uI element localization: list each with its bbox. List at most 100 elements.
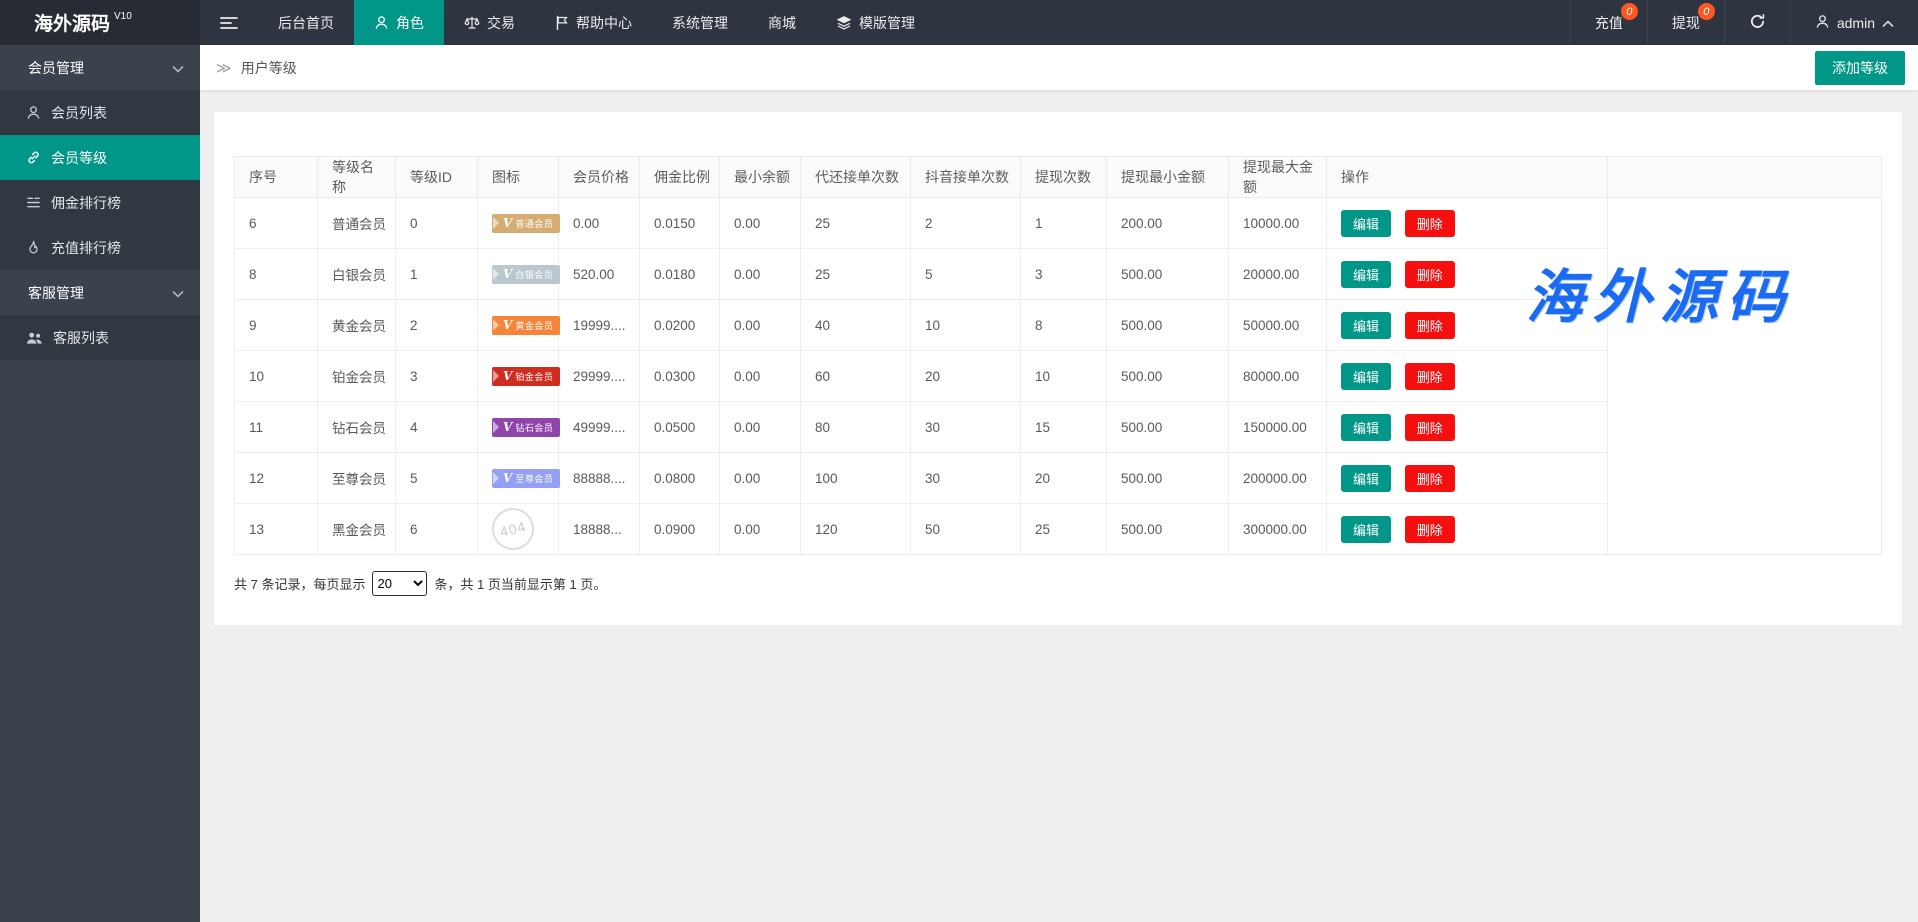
ribbon-arrow-icon bbox=[493, 472, 499, 484]
cell-id: 11 bbox=[235, 402, 318, 453]
cell-price: 19999.... bbox=[559, 300, 640, 351]
layers-icon bbox=[836, 15, 852, 31]
refresh-button[interactable] bbox=[1724, 0, 1790, 45]
column-header: 提现最小金额 bbox=[1107, 157, 1229, 198]
cell-actions: 编辑 删除 bbox=[1327, 198, 1608, 249]
flame-icon bbox=[26, 240, 41, 255]
nav-item-system[interactable]: 系统管理 bbox=[652, 0, 748, 45]
edit-button[interactable]: 编辑 bbox=[1341, 261, 1391, 288]
table-row: 13 黑金会员 6 404 18888... 0.0900 0.00 120 5… bbox=[235, 504, 1882, 555]
cell-level-id: 1 bbox=[396, 249, 478, 300]
cell-icon: V 普通会员 bbox=[478, 198, 559, 249]
nav-item-templates[interactable]: 模版管理 bbox=[816, 0, 935, 45]
edit-button[interactable]: 编辑 bbox=[1341, 363, 1391, 390]
sidebar: 会员管理 会员列表 会员等级 佣金排行榜 bbox=[0, 45, 200, 922]
cell-id: 13 bbox=[235, 504, 318, 555]
cell-filler bbox=[1608, 351, 1882, 402]
cell-level-name: 白银会员 bbox=[318, 249, 396, 300]
menu-collapse-button[interactable] bbox=[200, 0, 258, 45]
cell-proxy-orders: 100 bbox=[801, 453, 911, 504]
cell-douyin-orders: 10 bbox=[911, 300, 1021, 351]
user-menu[interactable]: admin bbox=[1790, 0, 1918, 45]
cell-level-id: 3 bbox=[396, 351, 478, 402]
delete-button[interactable]: 删除 bbox=[1405, 210, 1455, 237]
cell-icon: V 钻石会员 bbox=[478, 402, 559, 453]
topbar-right: 充值 0 提现 0 admin bbox=[1570, 0, 1918, 45]
refresh-icon bbox=[1749, 13, 1766, 33]
cell-price: 49999.... bbox=[559, 402, 640, 453]
sidebar-item-commission-ranking[interactable]: 佣金排行榜 bbox=[0, 180, 200, 225]
pagination-text-before: 共 7 条记录，每页显示 bbox=[234, 574, 365, 593]
delete-button[interactable]: 删除 bbox=[1405, 312, 1455, 339]
cell-proxy-orders: 25 bbox=[801, 249, 911, 300]
cell-icon: V 白银会员 bbox=[478, 249, 559, 300]
cell-level-id: 5 bbox=[396, 453, 478, 504]
nav-item-help-center[interactable]: 帮助中心 bbox=[535, 0, 652, 45]
cell-withdraw-times: 8 bbox=[1021, 300, 1107, 351]
cell-douyin-orders: 2 bbox=[911, 198, 1021, 249]
cell-proxy-orders: 120 bbox=[801, 504, 911, 555]
sidebar-item-service-list[interactable]: 客服列表 bbox=[0, 315, 200, 360]
edit-button[interactable]: 编辑 bbox=[1341, 312, 1391, 339]
sidebar-item-recharge-ranking[interactable]: 充值排行榜 bbox=[0, 225, 200, 270]
cell-withdraw-times: 3 bbox=[1021, 249, 1107, 300]
column-header: 会员价格 bbox=[559, 157, 640, 198]
edit-button[interactable]: 编辑 bbox=[1341, 516, 1391, 543]
cell-id: 8 bbox=[235, 249, 318, 300]
delete-button[interactable]: 删除 bbox=[1405, 414, 1455, 441]
cell-withdraw-times: 10 bbox=[1021, 351, 1107, 402]
cell-withdraw-max: 150000.00 bbox=[1229, 402, 1327, 453]
cell-icon: 404 bbox=[478, 504, 559, 555]
cell-withdraw-max: 10000.00 bbox=[1229, 198, 1327, 249]
cell-withdraw-times: 25 bbox=[1021, 504, 1107, 555]
add-level-button[interactable]: 添加等级 bbox=[1815, 51, 1905, 85]
column-header: 佣金比例 bbox=[640, 157, 720, 198]
admin-app: 海外源码 V10 后台首页 角色 交易 bbox=[0, 0, 1918, 922]
level-badge: V 黄金会员 bbox=[492, 316, 560, 335]
cell-level-name: 至尊会员 bbox=[318, 453, 396, 504]
nav-item-roles[interactable]: 角色 bbox=[354, 0, 444, 45]
page-size-select[interactable]: 20 bbox=[372, 571, 427, 596]
delete-button[interactable]: 删除 bbox=[1405, 363, 1455, 390]
cell-withdraw-times: 20 bbox=[1021, 453, 1107, 504]
panel: 序号 等级名称 等级ID 图标 会员价格 佣金比例 最小余额 代还接单次数 抖音… bbox=[214, 112, 1902, 625]
cell-min-balance: 0.00 bbox=[720, 198, 801, 249]
cell-commission: 0.0200 bbox=[640, 300, 720, 351]
logo-version: V10 bbox=[114, 11, 132, 22]
sidebar-group-member-management[interactable]: 会员管理 bbox=[0, 45, 200, 90]
edit-button[interactable]: 编辑 bbox=[1341, 465, 1391, 492]
nav-item-trade[interactable]: 交易 bbox=[444, 0, 535, 45]
nav-item-home[interactable]: 后台首页 bbox=[258, 0, 354, 45]
breadcrumb-bar: ≫ 用户等级 添加等级 bbox=[200, 45, 1918, 90]
nav-item-mall[interactable]: 商城 bbox=[748, 0, 816, 45]
person-icon bbox=[374, 15, 389, 30]
cell-douyin-orders: 30 bbox=[911, 453, 1021, 504]
recharge-nav-button[interactable]: 充值 0 bbox=[1570, 0, 1647, 45]
edit-button[interactable]: 编辑 bbox=[1341, 210, 1391, 237]
sidebar-group-service-management[interactable]: 客服管理 bbox=[0, 270, 200, 315]
table-row: 12 至尊会员 5 V 至尊会员 88888.... 0.0800 0.00 1… bbox=[235, 453, 1882, 504]
cell-withdraw-times: 1 bbox=[1021, 198, 1107, 249]
hamburger-icon bbox=[220, 16, 238, 30]
chevron-down-icon bbox=[172, 60, 184, 76]
cell-proxy-orders: 80 bbox=[801, 402, 911, 453]
cell-price: 88888.... bbox=[559, 453, 640, 504]
cell-filler bbox=[1608, 249, 1882, 300]
level-badge: V 普通会员 bbox=[492, 214, 560, 233]
cell-withdraw-max: 300000.00 bbox=[1229, 504, 1327, 555]
column-header: 操作 bbox=[1327, 157, 1608, 198]
cell-icon: V 黄金会员 bbox=[478, 300, 559, 351]
cell-douyin-orders: 30 bbox=[911, 402, 1021, 453]
delete-button[interactable]: 删除 bbox=[1405, 261, 1455, 288]
withdraw-nav-button[interactable]: 提现 0 bbox=[1647, 0, 1724, 45]
cell-proxy-orders: 60 bbox=[801, 351, 911, 402]
cell-douyin-orders: 5 bbox=[911, 249, 1021, 300]
column-header: 等级ID bbox=[396, 157, 478, 198]
delete-button[interactable]: 删除 bbox=[1405, 516, 1455, 543]
sidebar-item-member-levels[interactable]: 会员等级 bbox=[0, 135, 200, 180]
cell-commission: 0.0180 bbox=[640, 249, 720, 300]
cell-withdraw-min: 500.00 bbox=[1107, 249, 1229, 300]
delete-button[interactable]: 删除 bbox=[1405, 465, 1455, 492]
edit-button[interactable]: 编辑 bbox=[1341, 414, 1391, 441]
sidebar-item-member-list[interactable]: 会员列表 bbox=[0, 90, 200, 135]
